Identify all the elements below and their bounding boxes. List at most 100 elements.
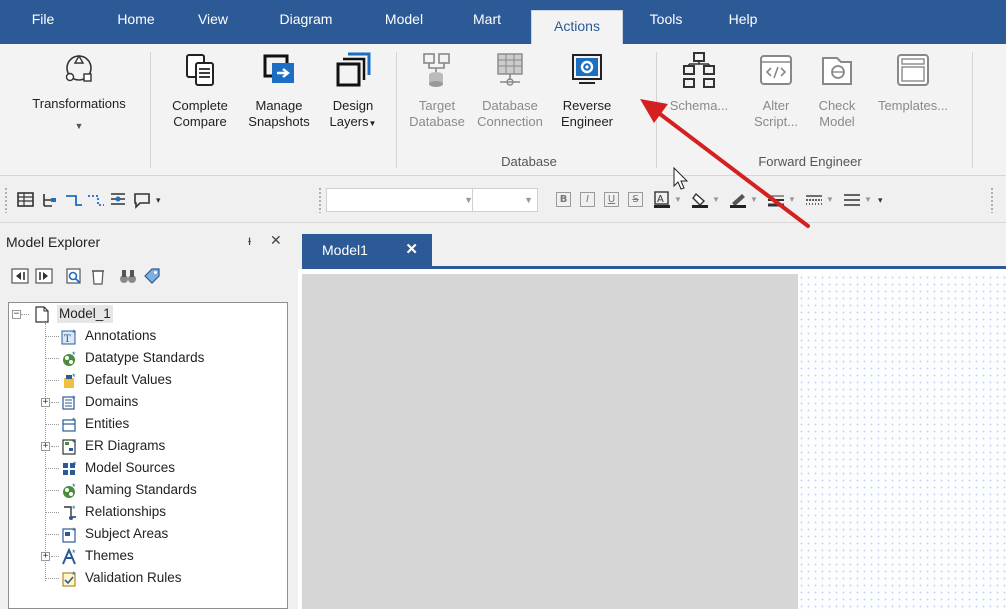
- chevron-down-icon[interactable]: ▼: [864, 195, 872, 204]
- menu-tab-actions[interactable]: Actions: [531, 10, 623, 44]
- svg-text:*: *: [72, 482, 76, 492]
- tree-connector: [45, 490, 59, 491]
- svg-text:A: A: [657, 194, 664, 205]
- tag-icon[interactable]: [142, 266, 162, 286]
- find-icon[interactable]: [64, 266, 84, 286]
- diagram-canvas-margin[interactable]: [302, 274, 798, 609]
- tree-item-label: Themes: [85, 548, 134, 563]
- document-area: Model1 ✕: [292, 224, 1006, 609]
- diagram-canvas[interactable]: [798, 274, 1006, 609]
- fill-color-icon[interactable]: [690, 191, 710, 209]
- templates-button[interactable]: Templates...: [868, 50, 958, 114]
- tab-model1[interactable]: Model1 ✕: [302, 234, 432, 266]
- italic-button[interactable]: I: [580, 192, 595, 207]
- strikethrough-button[interactable]: S: [628, 192, 643, 207]
- subtype-icon[interactable]: [108, 191, 128, 209]
- target-database-button[interactable]: Target Database: [404, 50, 470, 130]
- design-layers-dropdown-icon[interactable]: ▼: [369, 119, 377, 128]
- layers-icon: [336, 52, 371, 87]
- chevron-down-icon[interactable]: ▼: [826, 195, 834, 204]
- target-database-label-1: Target: [418, 98, 456, 113]
- toolbar-gripper[interactable]: [4, 187, 8, 213]
- complete-compare-button[interactable]: Complete Compare: [160, 50, 240, 130]
- chevron-down-icon[interactable]: ▼: [674, 195, 682, 204]
- table-icon[interactable]: [16, 191, 36, 209]
- transformations-dropdown-icon[interactable]: ▼: [14, 118, 144, 134]
- font-size-select[interactable]: ▼: [472, 188, 538, 212]
- menu-tab-home[interactable]: Home: [106, 0, 166, 44]
- menu-tab-file[interactable]: File: [18, 0, 68, 44]
- tree-item-label: Datatype Standards: [85, 350, 205, 365]
- font-color-icon[interactable]: A: [652, 191, 672, 209]
- compare-documents-icon: [186, 54, 214, 86]
- toolbar-gripper[interactable]: [990, 187, 994, 213]
- model-tree[interactable]: − Model_1 T * Annotations * Datatype Sta…: [8, 302, 288, 609]
- comment-icon[interactable]: [132, 191, 152, 209]
- hierarchy-icon[interactable]: [40, 191, 60, 209]
- close-panel-icon[interactable]: ✕: [270, 232, 282, 249]
- binoculars-icon[interactable]: [118, 266, 138, 286]
- underline-button[interactable]: U: [604, 192, 619, 207]
- manage-snapshots-button[interactable]: Manage Snapshots: [242, 50, 316, 130]
- alter-script-button[interactable]: Alter Script...: [746, 50, 806, 130]
- ribbon-separator: [396, 52, 397, 168]
- schema-icon: [683, 52, 715, 88]
- svg-text:*: *: [72, 504, 76, 514]
- alignment-icon[interactable]: [842, 191, 862, 209]
- reverse-engineer-button[interactable]: Reverse Engineer: [552, 50, 622, 130]
- database-connection-button[interactable]: Database Connection: [470, 50, 550, 130]
- schema-button[interactable]: Schema...: [664, 50, 734, 114]
- collapse-root-toggle[interactable]: −: [12, 310, 21, 319]
- svg-text:*: *: [72, 438, 76, 448]
- model-explorer-title: Model Explorer: [6, 234, 101, 250]
- manage-snapshots-label-2: Snapshots: [248, 114, 310, 129]
- forward-engineer-group-label: Forward Engineer: [758, 154, 862, 169]
- expand-themes-toggle[interactable]: +: [41, 552, 50, 561]
- toolbar-overflow-icon[interactable]: ▾: [156, 195, 161, 206]
- transformations-button[interactable]: Transformations ▼: [14, 50, 144, 134]
- menu-tab-diagram[interactable]: Diagram: [266, 0, 346, 44]
- line-weight-icon[interactable]: [766, 191, 786, 209]
- close-tab-icon[interactable]: ✕: [405, 234, 418, 266]
- check-model-label-2: Model: [819, 114, 855, 129]
- collapse-left-icon[interactable]: [10, 266, 30, 286]
- menu-tab-mart[interactable]: Mart: [462, 0, 512, 44]
- font-name-select[interactable]: ▼: [326, 188, 478, 212]
- menu-tab-view[interactable]: View: [188, 0, 238, 44]
- bold-button[interactable]: B: [556, 192, 571, 207]
- target-database-label-2: Database: [409, 114, 465, 129]
- reverse-engineer-label-2: Engineer: [560, 114, 614, 129]
- tree-item-label: Domains: [85, 394, 139, 409]
- tree-item-label: ER Diagrams: [85, 438, 166, 453]
- tree-connector: [45, 323, 46, 581]
- complete-compare-label-2: Compare: [173, 114, 227, 129]
- target-database-icon: [423, 53, 450, 87]
- design-layers-label-1: Design: [332, 98, 374, 113]
- toolbar-overflow-icon[interactable]: ▾: [878, 195, 883, 206]
- snapshot-icon: [263, 54, 294, 83]
- check-model-button[interactable]: Check Model: [808, 50, 866, 130]
- expand-er-diagrams-toggle[interactable]: +: [41, 442, 50, 451]
- delete-icon[interactable]: [88, 266, 108, 286]
- menu-tab-model[interactable]: Model: [372, 0, 436, 44]
- svg-text:*: *: [72, 416, 76, 426]
- database-connection-icon: [497, 53, 523, 86]
- tree-connector: [45, 468, 59, 469]
- expand-domains-toggle[interactable]: +: [41, 398, 50, 407]
- explorer-toolbar: [6, 262, 286, 290]
- menu-tab-help[interactable]: Help: [716, 0, 770, 44]
- line-color-icon[interactable]: [728, 191, 748, 209]
- dashed-relationship-icon[interactable]: [86, 191, 106, 209]
- toolbar-gripper[interactable]: [318, 187, 322, 213]
- templates-icon: [897, 54, 929, 86]
- design-layers-button[interactable]: Design Layers▼: [318, 50, 388, 132]
- menu-tab-tools[interactable]: Tools: [636, 0, 696, 44]
- expand-right-icon[interactable]: [34, 266, 54, 286]
- chevron-down-icon[interactable]: ▼: [712, 195, 720, 204]
- database-group-label: Database: [501, 154, 557, 169]
- pin-icon[interactable]: ᵻ: [248, 232, 251, 248]
- relationship-line-icon[interactable]: [64, 191, 84, 209]
- chevron-down-icon[interactable]: ▼: [750, 195, 758, 204]
- line-style-icon[interactable]: [804, 191, 824, 209]
- chevron-down-icon[interactable]: ▼: [788, 195, 796, 204]
